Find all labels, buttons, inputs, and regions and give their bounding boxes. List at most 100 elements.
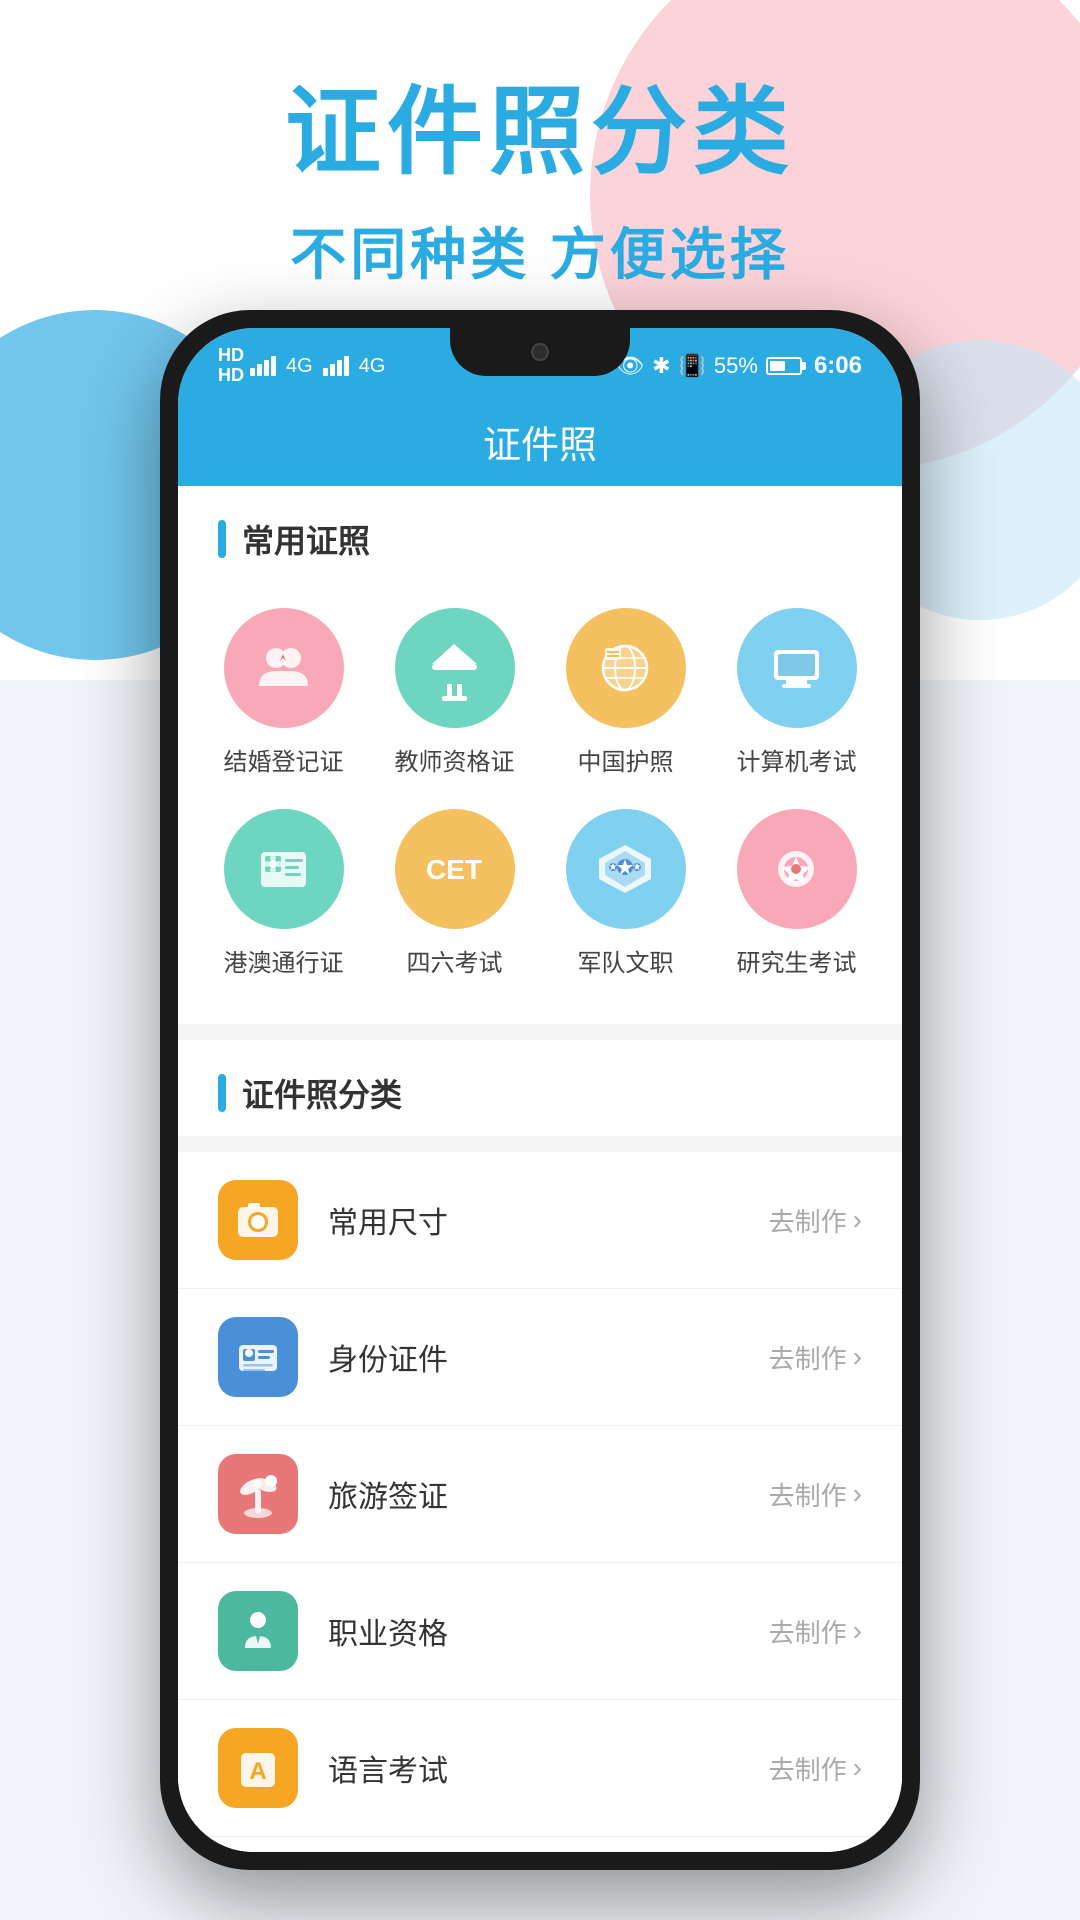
battery-percent: 55% bbox=[714, 353, 758, 379]
cet-icon: CET bbox=[422, 837, 487, 902]
graduate-icon bbox=[764, 837, 829, 902]
bar1 bbox=[250, 368, 255, 376]
passport-label: 中国护照 bbox=[578, 742, 674, 777]
common-section-header: 常用证照 bbox=[178, 486, 902, 582]
professional-icon bbox=[218, 1591, 298, 1671]
svg-text:A: A bbox=[249, 1758, 266, 1785]
network-4g-1: 4G bbox=[286, 355, 313, 378]
bluetooth-icon: ✱ bbox=[652, 353, 670, 379]
section-bar bbox=[218, 520, 226, 558]
vibrate-icon: 📳 bbox=[679, 353, 706, 379]
language-icon: A bbox=[233, 1743, 283, 1793]
list-item[interactable]: CET 四六考试 bbox=[369, 793, 540, 994]
camera bbox=[531, 343, 549, 361]
list-item[interactable]: 研究生考试 bbox=[711, 793, 882, 994]
common-section-title: 常用证照 bbox=[242, 516, 370, 562]
military-icon-circle bbox=[566, 809, 686, 929]
phone-mockup: HDHD 4G 4G bbox=[160, 310, 920, 1870]
category-section-bar bbox=[218, 1074, 226, 1112]
military-icon bbox=[593, 837, 658, 902]
phone-notch bbox=[450, 328, 630, 376]
bar2 bbox=[257, 364, 262, 376]
phone-outer: HDHD 4G 4G bbox=[160, 310, 920, 1870]
signal-bars-1 bbox=[250, 356, 276, 376]
teacher-label: 教师资格证 bbox=[395, 742, 515, 777]
teacher-icon bbox=[422, 636, 487, 701]
marriage-icon bbox=[251, 636, 316, 701]
signal-bars-2 bbox=[323, 356, 349, 376]
common-size-icon bbox=[218, 1180, 298, 1260]
id-card-action: 去制作 › bbox=[769, 1339, 862, 1376]
chevron-icon: › bbox=[853, 1478, 862, 1510]
list-item[interactable]: 旅游签证 去制作 › bbox=[178, 1426, 902, 1563]
passport-icon-circle bbox=[566, 608, 686, 728]
cet-icon-circle: CET bbox=[395, 809, 515, 929]
travel-label: 旅游签证 bbox=[328, 1472, 769, 1516]
id-card-label: 身份证件 bbox=[328, 1335, 769, 1379]
chevron-icon: › bbox=[853, 1341, 862, 1373]
travel-action: 去制作 › bbox=[769, 1476, 862, 1513]
common-size-label: 常用尺寸 bbox=[328, 1198, 769, 1242]
chevron-icon: › bbox=[853, 1204, 862, 1236]
computer-label: 计算机考试 bbox=[737, 742, 857, 777]
hkpass-label: 港澳通行证 bbox=[224, 943, 344, 978]
bar6 bbox=[330, 364, 335, 376]
hd-label: HDHD bbox=[218, 346, 244, 386]
military-label: 军队文职 bbox=[578, 943, 674, 978]
cet-label: 四六考试 bbox=[407, 943, 503, 978]
list-item[interactable]: 军队文职 bbox=[540, 793, 711, 994]
passport-icon bbox=[593, 636, 658, 701]
id-icon bbox=[233, 1332, 283, 1382]
computer-icon bbox=[764, 636, 829, 701]
graduate-label: 研究生考试 bbox=[737, 943, 857, 978]
bar5 bbox=[323, 368, 328, 376]
common-size-action: 去制作 › bbox=[769, 1202, 862, 1239]
travel-icon bbox=[218, 1454, 298, 1534]
network-4g-2: 4G bbox=[359, 355, 386, 378]
list-item[interactable]: 100 考试入学 去制作 › bbox=[178, 1837, 902, 1852]
category-list: 常用尺寸 去制作 › bbox=[178, 1152, 902, 1852]
travel-icon bbox=[233, 1469, 283, 1519]
list-item[interactable]: 常用尺寸 去制作 › bbox=[178, 1152, 902, 1289]
list-item[interactable]: 身份证件 去制作 › bbox=[178, 1289, 902, 1426]
app-content: 常用证照 结婚登记证 bbox=[178, 486, 902, 1852]
list-item[interactable]: 结婚登记证 bbox=[198, 592, 369, 793]
time-display: 6:06 bbox=[814, 352, 862, 380]
list-item[interactable]: 教师资格证 bbox=[369, 592, 540, 793]
language-label: 语言考试 bbox=[328, 1746, 769, 1790]
bar8 bbox=[344, 356, 349, 376]
professional-label: 职业资格 bbox=[328, 1609, 769, 1653]
status-right: 👁 ✱ 📳 55% 6:06 bbox=[616, 352, 862, 380]
marriage-icon-circle bbox=[224, 608, 344, 728]
teacher-icon-circle bbox=[395, 608, 515, 728]
list-item[interactable]: 计算机考试 bbox=[711, 592, 882, 793]
category-section-header: 证件照分类 bbox=[178, 1040, 902, 1136]
sub-title: 不同种类 方便选择 bbox=[0, 210, 1080, 291]
bar3 bbox=[264, 360, 269, 376]
computer-icon-circle bbox=[737, 608, 857, 728]
phone-inner: HDHD 4G 4G bbox=[178, 328, 902, 1852]
bar7 bbox=[337, 360, 342, 376]
hkpass-icon bbox=[251, 837, 316, 902]
professional-icon bbox=[233, 1606, 283, 1656]
app-title: 证件照 bbox=[483, 414, 597, 469]
list-item[interactable]: 职业资格 去制作 › bbox=[178, 1563, 902, 1700]
hkpass-icon-circle bbox=[224, 809, 344, 929]
chevron-icon: › bbox=[853, 1752, 862, 1784]
list-item[interactable]: 港澳通行证 bbox=[198, 793, 369, 994]
main-title: 证件照分类 bbox=[0, 80, 1080, 186]
professional-action: 去制作 › bbox=[769, 1613, 862, 1650]
list-item[interactable]: A 语言考试 去制作 › bbox=[178, 1700, 902, 1837]
camera-icon bbox=[233, 1195, 283, 1245]
app-header: 证件照 bbox=[178, 396, 902, 486]
header-section: 证件照分类 不同种类 方便选择 bbox=[0, 0, 1080, 291]
marriage-label: 结婚登记证 bbox=[224, 742, 344, 777]
id-card-icon bbox=[218, 1317, 298, 1397]
graduate-icon-circle bbox=[737, 809, 857, 929]
battery-fill bbox=[770, 361, 785, 371]
language-icon: A bbox=[218, 1728, 298, 1808]
list-item[interactable]: 中国护照 bbox=[540, 592, 711, 793]
language-action: 去制作 › bbox=[769, 1750, 862, 1787]
svg-text:CET: CET bbox=[426, 854, 482, 885]
battery-icon bbox=[766, 357, 802, 375]
